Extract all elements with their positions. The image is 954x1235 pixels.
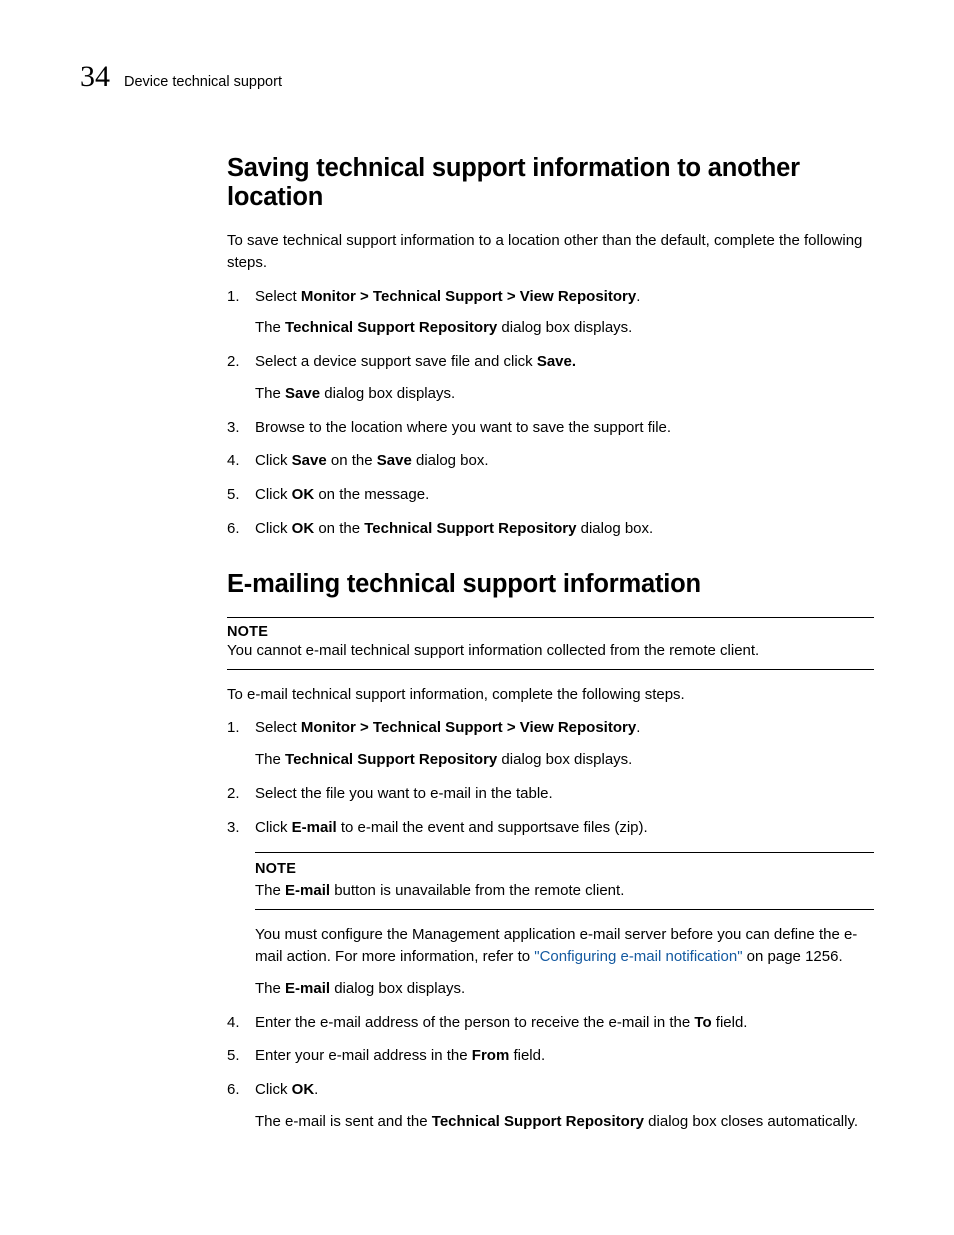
sub-text-post: dialog box displays. [497,319,632,336]
button-name: E-mail [285,882,330,899]
section-title-saving: Saving technical support information to … [227,154,874,212]
dialog-name: Technical Support Repository [364,520,576,537]
menu-path: Monitor > Technical Support > View Repos… [301,288,636,305]
dialog-name: Technical Support Repository [285,319,497,336]
list-item: 1. Select Monitor > Technical Support > … [227,717,874,771]
step-number: 1. [227,286,240,308]
step-text-post: . [636,288,640,305]
step-text: dialog box. [412,452,489,469]
list-item: 3. Browse to the location where you want… [227,417,874,439]
page-content: Saving technical support information to … [227,154,874,1133]
dialog-name: Technical Support Repository [285,751,497,768]
step-number: 5. [227,484,240,506]
step-number: 2. [227,783,240,805]
step-text: to e-mail the event and supportsave file… [337,819,648,836]
sub-text: The e-mail is sent and the [255,1113,432,1130]
step-text: Click [255,1081,292,1098]
list-item: 6. Click OK on the Technical Support Rep… [227,518,874,540]
step-text: field. [509,1047,545,1064]
running-head: Device technical support [124,74,282,90]
sub-text: The [255,751,285,768]
link-config-email[interactable]: "Configuring e-mail notification" [534,948,742,965]
sub-text: The [255,319,285,336]
step-text: Enter your e-mail address in the [255,1047,472,1064]
menu-path: Monitor > Technical Support > View Repos… [301,719,636,736]
step-text: on the [314,520,364,537]
list-item: 5. Click OK on the message. [227,484,874,506]
note-text: You cannot e-mail technical support info… [227,640,874,661]
sub-text-post: dialog box displays. [320,385,455,402]
step-number: 1. [227,717,240,739]
sub-text: dialog box displays. [330,980,465,997]
step-text: dialog box. [576,520,653,537]
step-text: Click [255,819,292,836]
step-text: Click [255,520,292,537]
note-label: NOTE [255,859,874,880]
list-item: 3. Click E-mail to e-mail the event and … [227,817,874,1000]
button-name: E-mail [292,819,337,836]
button-name: Save [292,452,327,469]
sub-text: The [255,385,285,402]
button-name: OK [292,486,315,503]
intro-paragraph: To e-mail technical support information,… [227,684,874,706]
list-item: 4. Enter the e-mail address of the perso… [227,1012,874,1034]
sub-text-post: dialog box displays. [497,751,632,768]
dialog-name: Technical Support Repository [432,1113,644,1130]
step-text: Select [255,288,301,305]
step-text: Browse to the location where you want to… [255,419,671,436]
note-text: The E-mail button is unavailable from th… [255,880,874,901]
steps-list-emailing: 1. Select Monitor > Technical Support > … [227,717,874,1132]
field-name: To [694,1014,711,1031]
step-number: 3. [227,817,240,839]
step-text-post: . [636,719,640,736]
field-name: From [472,1047,510,1064]
step-number: 2. [227,351,240,373]
step-text: Click [255,486,292,503]
step-text: Click [255,452,292,469]
list-item: 2. Select the file you want to e-mail in… [227,783,874,805]
note-block: NOTE The E-mail button is unavailable fr… [255,852,874,910]
step-text: Select the file you want to e-mail in th… [255,785,553,802]
step-number: 3. [227,417,240,439]
step-text: on the [327,452,377,469]
step-number: 4. [227,450,240,472]
note-block: NOTE You cannot e-mail technical support… [227,617,874,670]
list-item: 2. Select a device support save file and… [227,351,874,405]
step-number: 5. [227,1045,240,1067]
sub-text: The [255,980,285,997]
chapter-number: 34 [80,60,110,94]
step-number: 6. [227,518,240,540]
dialog-name: E-mail [285,980,330,997]
step-text: Select [255,719,301,736]
note-label: NOTE [227,624,874,640]
dialog-name: Save [377,452,412,469]
button-name: OK [292,1081,315,1098]
steps-list-saving: 1. Select Monitor > Technical Support > … [227,286,874,540]
section-title-emailing: E-mailing technical support information [227,570,874,599]
list-item: 6. Click OK. The e-mail is sent and the … [227,1079,874,1133]
step-number: 4. [227,1012,240,1034]
page-header: 34 Device technical support [80,60,874,94]
list-item: 4. Click Save on the Save dialog box. [227,450,874,472]
dialog-name: Save [285,385,320,402]
list-item: 5. Enter your e-mail address in the From… [227,1045,874,1067]
button-name: OK [292,520,315,537]
step-text: on the message. [314,486,429,503]
list-item: 1. Select Monitor > Technical Support > … [227,286,874,340]
step-number: 6. [227,1079,240,1101]
button-name: Save. [537,353,576,370]
step-text: Enter the e-mail address of the person t… [255,1014,694,1031]
intro-paragraph: To save technical support information to… [227,230,874,274]
config-paragraph: You must configure the Management applic… [255,924,874,968]
step-text: Select a device support save file and cl… [255,353,537,370]
step-text: field. [712,1014,748,1031]
sub-text: dialog box closes automatically. [644,1113,858,1130]
step-text: . [314,1081,318,1098]
